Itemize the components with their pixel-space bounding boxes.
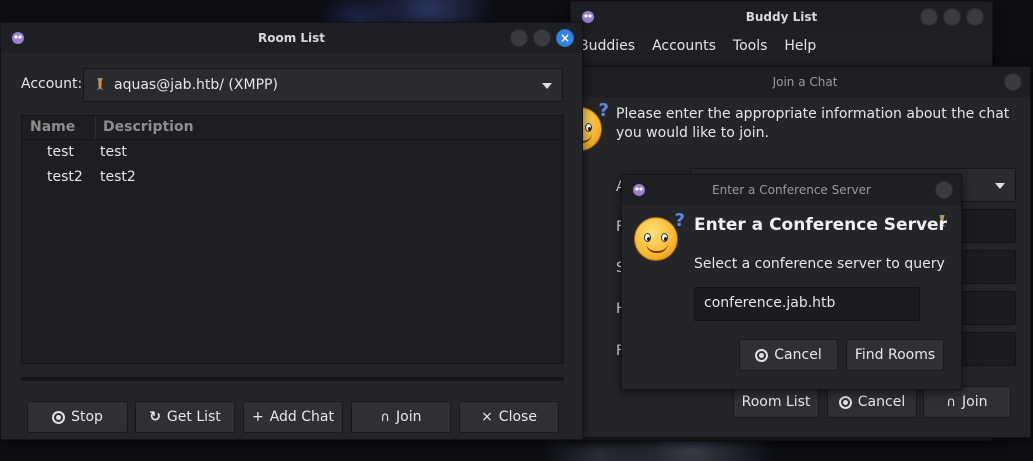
room-list-title: Room List <box>257 31 326 45</box>
plus-icon: + <box>251 409 264 425</box>
menu-tools[interactable]: Tools <box>733 38 768 54</box>
close-button[interactable] <box>935 181 953 199</box>
table-header: Name Description <box>22 116 563 140</box>
question-smiley-icon: ? <box>634 210 685 261</box>
add-chat-button[interactable]: + Add Chat <box>243 401 343 433</box>
room-table: Name Description test test test2 test2 <box>21 115 564 364</box>
cancel-button[interactable]: Cancel <box>827 386 917 418</box>
conference-server-dialog: Enter a Conference Server ? Enter a Conf… <box>621 174 962 390</box>
close-button-label: Close <box>498 409 537 425</box>
chevron-down-icon <box>542 83 552 89</box>
join-chat-message: Please enter the appropriate information… <box>616 106 1010 141</box>
join-chat-titlebar: Join a Chat <box>580 67 1030 97</box>
cancel-icon <box>755 348 769 362</box>
join-icon: ∩ <box>380 409 391 425</box>
minimize-button[interactable] <box>920 8 938 26</box>
buddy-list-titlebar: Buddy List <box>571 2 992 32</box>
find-rooms-button-label: Find Rooms <box>854 347 936 363</box>
refresh-icon: ↻ <box>149 409 161 425</box>
row-name: test <box>47 144 74 160</box>
join-button-label: Join <box>396 409 422 425</box>
join-chat-title: Join a Chat <box>772 75 838 89</box>
cancel-button[interactable]: Cancel <box>739 339 838 371</box>
join-button[interactable]: ∩ Join <box>351 401 451 433</box>
add-chat-button-label: Add Chat <box>269 409 334 425</box>
join-button[interactable]: ∩ Join <box>923 386 1011 418</box>
conference-server-value: conference.jab.htb <box>704 295 836 311</box>
conference-dialog-titlebar: Enter a Conference Server <box>622 175 961 205</box>
column-header-description[interactable]: Description <box>103 119 194 135</box>
room-list-titlebar: Room List × <box>1 23 582 53</box>
close-button[interactable]: × Close <box>459 401 559 433</box>
maximize-button[interactable] <box>943 8 961 26</box>
menu-help[interactable]: Help <box>784 38 816 54</box>
pidgin-icon <box>12 32 24 44</box>
stop-icon <box>52 410 66 424</box>
row-description: test <box>100 144 127 160</box>
close-icon: × <box>481 409 493 425</box>
room-list-button[interactable]: Room List <box>733 386 819 418</box>
xmpp-icon <box>92 78 108 92</box>
room-list-window: Room List × Account: aquas@jab.htb/ (XMP… <box>0 22 583 440</box>
table-row[interactable]: test test <box>22 140 563 165</box>
cancel-button-label: Cancel <box>774 347 822 363</box>
get-list-button[interactable]: ↻ Get List <box>135 401 235 433</box>
room-list-button-label: Room List <box>741 394 811 410</box>
account-value: aquas@jab.htb/ (XMPP) <box>114 77 278 93</box>
stop-button[interactable]: Stop <box>27 401 128 433</box>
menu-buddies[interactable]: Buddies <box>579 38 635 54</box>
conference-dialog-title: Enter a Conference Server <box>712 183 871 197</box>
table-row[interactable]: test2 test2 <box>22 165 563 190</box>
join-button-label: Join <box>962 394 988 410</box>
progress-bar <box>21 377 564 381</box>
close-button[interactable] <box>1004 73 1022 91</box>
pidgin-icon <box>582 11 594 23</box>
join-icon: ∩ <box>946 394 957 410</box>
cancel-button-label: Cancel <box>857 394 906 410</box>
find-rooms-button[interactable]: Find Rooms <box>846 339 944 371</box>
column-header-name[interactable]: Name <box>30 119 75 135</box>
conference-dialog-subtext: Select a conference server to query <box>694 256 945 272</box>
account-select[interactable]: aquas@jab.htb/ (XMPP) <box>83 68 563 102</box>
get-list-button-label: Get List <box>166 409 221 425</box>
row-description: test2 <box>100 169 136 185</box>
close-icon[interactable]: × <box>556 29 574 47</box>
menu-accounts[interactable]: Accounts <box>652 38 716 54</box>
buddy-list-menubar: Buddies Accounts Tools Help <box>579 38 816 54</box>
pidgin-icon <box>633 184 645 196</box>
conference-server-input[interactable]: conference.jab.htb <box>694 287 920 321</box>
buddy-list-title: Buddy List <box>745 10 818 24</box>
close-button[interactable] <box>966 8 984 26</box>
conference-dialog-heading: Enter a Conference Server <box>694 215 947 235</box>
cancel-icon <box>838 395 852 409</box>
row-name: test2 <box>47 169 83 185</box>
chevron-down-icon <box>995 183 1005 189</box>
maximize-button[interactable] <box>533 29 551 47</box>
account-label: Account: <box>21 76 83 92</box>
stop-button-label: Stop <box>71 409 103 425</box>
minimize-button[interactable] <box>510 29 528 47</box>
